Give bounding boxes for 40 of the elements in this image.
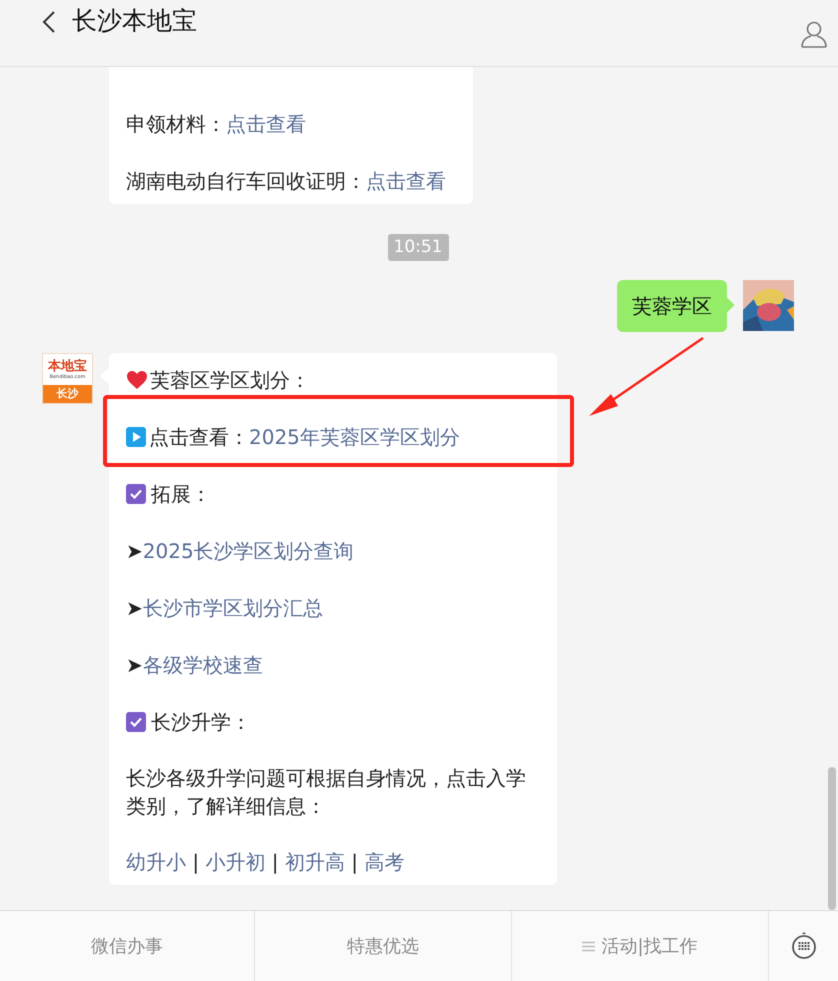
play-icon (126, 427, 146, 447)
message-link[interactable]: 高考 (364, 847, 404, 877)
profile-icon[interactable] (800, 20, 828, 48)
arrow-icon (589, 336, 704, 416)
message-link[interactable]: 长沙市学区划分汇总 (142, 593, 323, 623)
bullet-arrow: ➤ (126, 595, 143, 622)
bullet-arrow: ➤ (126, 538, 143, 565)
message-text: 湖南电动自行车回收证明： (126, 168, 366, 195)
heart-icon (126, 370, 148, 390)
bullet-arrow: | (270, 849, 280, 876)
message-text: 长沙升学： (151, 709, 251, 736)
keyboard-icon (790, 932, 816, 960)
timestamp: 10:51 (388, 234, 448, 261)
menu-button[interactable]: 特惠优选 (255, 911, 512, 981)
message-link[interactable]: 各级学校速查 (142, 650, 263, 680)
message-link[interactable]: 2025长沙学区划分查询 (142, 536, 354, 566)
logo-city-text: 长沙 (43, 385, 92, 403)
back-icon[interactable] (42, 10, 56, 34)
message-link[interactable]: 点击查看 (366, 166, 446, 196)
chat-title: 长沙本地宝 (72, 6, 197, 36)
scrollbar-thumb[interactable] (828, 767, 836, 910)
message-link[interactable]: 幼升小 (126, 847, 186, 877)
bullet-arrow: | (191, 849, 200, 876)
checkbox-icon (126, 712, 146, 732)
message-text: 芙蓉区学区划分： (150, 367, 310, 394)
bullet-arrow: | (350, 849, 360, 876)
checkbox-icon (126, 484, 146, 504)
menu-icon (582, 940, 596, 952)
logo-text: 本地宝 (48, 360, 87, 374)
message-link[interactable]: 小升初 (205, 847, 266, 877)
bullet-arrow: ➤ (126, 652, 143, 679)
message-link[interactable]: 2025年芙蓉区学区划分 (249, 422, 460, 452)
message-text: 拓展： (151, 481, 211, 508)
menu-button[interactable]: 活动|找工作 (512, 911, 769, 981)
message-text: 点击查看： (149, 424, 249, 451)
menu-button[interactable]: 微信办事 (0, 911, 255, 981)
message-text: 长沙各级升学问题可根据自身情况，点击入学类别，了解详细信息： (126, 765, 527, 820)
message-link[interactable]: 初升高 (284, 847, 345, 877)
message-link[interactable]: 点击查看 (226, 109, 306, 139)
message-text: 申领材料： (126, 111, 226, 138)
